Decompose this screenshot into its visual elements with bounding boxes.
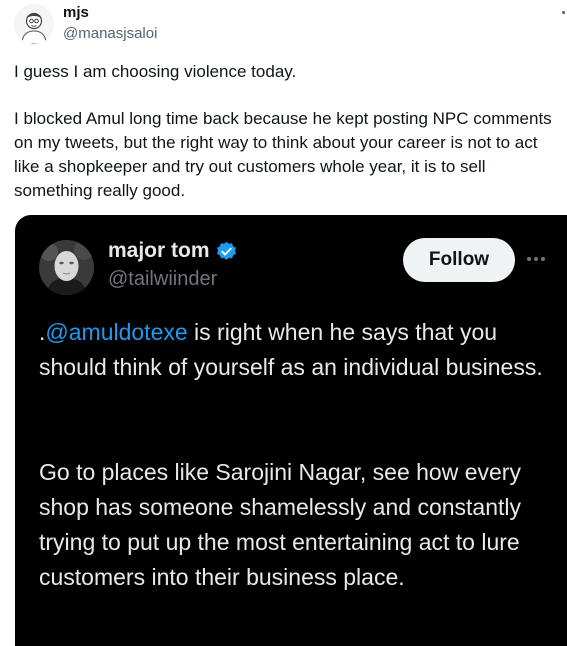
quoted-paragraph-1: .@amuldotexe is right when he says that …: [39, 315, 559, 385]
tweet-text-line: I guess I am choosing violence today.: [14, 62, 297, 81]
quoted-author-name: major tom: [108, 239, 237, 263]
follow-button: Follow: [403, 238, 515, 282]
masked-face-avatar: [39, 240, 94, 295]
cartoon-person-avatar-icon: [14, 4, 54, 44]
quoted-more-options-icon: [527, 257, 545, 261]
tweet-text-paragraph: I blocked Amul long time back because he…: [14, 109, 552, 200]
quoted-screenshot-image[interactable]: major tom @tailwiinder Follow .@amuldote…: [15, 215, 567, 646]
masked-face-avatar-icon: [39, 240, 94, 295]
verified-badge-icon: [216, 241, 236, 260]
author-name[interactable]: mjs: [63, 4, 89, 21]
quoted-author-handle: @tailwiinder: [108, 268, 218, 290]
author-avatar[interactable]: [14, 4, 54, 44]
author-handle[interactable]: @manasjsaloi: [63, 25, 157, 42]
quoted-author-name-text: major tom: [108, 239, 210, 262]
mention-link: @amuldotexe: [45, 319, 188, 345]
quoted-paragraph-2: Go to places like Sarojini Nagar, see ho…: [39, 459, 522, 590]
more-options-icon[interactable]: [562, 11, 565, 14]
tweet: mjs @manasjsaloi I guess I am choosing v…: [0, 0, 567, 646]
